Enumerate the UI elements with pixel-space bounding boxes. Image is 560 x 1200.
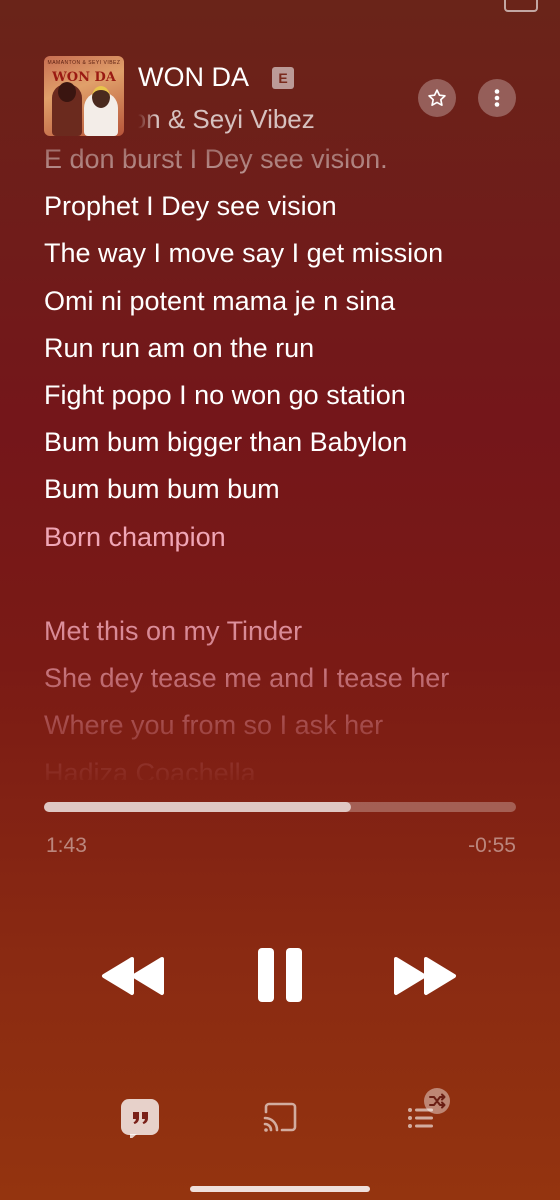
lyric-line[interactable]: She dey tease me and I tease her [44, 663, 449, 694]
artist-name[interactable]: nton & Seyi Vibez [138, 104, 378, 135]
elapsed-time: 1:43 [46, 834, 87, 857]
now-playing-header: MAMANTON & SEYI VIBEZ WON DA WON DA E nt… [44, 56, 530, 140]
queue-shuffle-icon[interactable] [402, 1086, 452, 1134]
lyric-line[interactable]: Fight popo I no won go station [44, 380, 406, 411]
progress-bar-fill [44, 802, 351, 812]
album-art-credit: MAMANTON & SEYI VIBEZ [47, 60, 121, 66]
lyric-line[interactable]: Prophet I Dey see vision [44, 191, 337, 222]
lyric-line[interactable]: Hadiza Coachella [44, 758, 256, 780]
battery-icon [504, 0, 538, 12]
lyric-line[interactable]: Bum bum bum bum [44, 474, 280, 505]
lyric-line[interactable]: E don burst I Dey see vision. [44, 144, 388, 175]
lyrics-quote-icon[interactable] [120, 1098, 160, 1138]
lyric-line[interactable]: Born champion [44, 522, 226, 553]
more-vertical-icon [494, 89, 500, 107]
explicit-badge: E [272, 67, 294, 89]
artist-name-text: nton & Seyi Vibez [138, 104, 315, 134]
progress-bar[interactable] [44, 802, 516, 812]
rewind-icon[interactable] [100, 955, 166, 997]
album-art[interactable]: MAMANTON & SEYI VIBEZ WON DA [44, 56, 124, 136]
favorite-button[interactable] [418, 79, 456, 117]
album-art-logo: WON DA [52, 70, 116, 85]
album-art-figure-head [58, 82, 76, 102]
album-art-figure-head [92, 86, 110, 108]
pause-icon[interactable] [256, 946, 304, 1004]
home-indicator[interactable] [190, 1186, 370, 1192]
more-options-button[interactable] [478, 79, 516, 117]
status-bar [0, 0, 560, 14]
lyrics-panel[interactable]: E don burst I Dey see vision. Prophet I D… [44, 140, 524, 780]
lyric-line[interactable]: Omi ni potent mama je n sina [44, 286, 395, 317]
lyric-line[interactable]: Bum bum bigger than Babylon [44, 427, 407, 458]
song-title[interactable]: WON DA [138, 62, 249, 93]
lyric-line[interactable]: Run run am on the run [44, 333, 314, 364]
star-icon [428, 89, 446, 106]
lyric-line[interactable]: Met this on my Tinder [44, 616, 302, 647]
lyric-line[interactable]: The way I move say I get mission [44, 238, 443, 269]
fast-forward-icon[interactable] [392, 955, 458, 997]
remaining-time: -0:55 [468, 834, 516, 857]
cast-icon[interactable] [262, 1102, 298, 1134]
lyric-line[interactable]: Where you from so I ask her [44, 710, 383, 741]
